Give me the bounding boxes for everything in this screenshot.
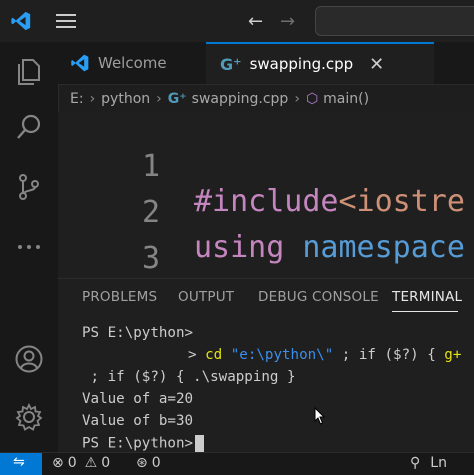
editor-tab-bar: Welcome G⁺ swapping.cpp ✕ xyxy=(58,42,474,85)
ports-status[interactable]: ⊛ 0 xyxy=(136,455,161,471)
more-views-ellipsis-icon[interactable] xyxy=(14,232,44,262)
chevron-right-icon: › xyxy=(156,91,162,107)
breadcrumb: E: › python › G⁺ swapping.cpp › ⬡ main() xyxy=(70,88,369,110)
forward-arrow-icon[interactable]: → xyxy=(280,11,295,32)
breadcrumb-drive[interactable]: E: xyxy=(70,91,84,107)
panel-tab-terminal[interactable]: TERMINAL xyxy=(392,289,462,305)
terminal-command: g+ xyxy=(444,347,462,363)
cpp-file-icon: G⁺ xyxy=(220,54,242,74)
ports-count: 0 xyxy=(151,455,161,471)
status-bar: ⇋ ⊗ 0 ⚠ 0 ⊛ 0 ⚲ Ln xyxy=(0,452,474,475)
tab-welcome[interactable]: Welcome xyxy=(58,42,207,84)
error-icon: ⊗ xyxy=(52,455,64,471)
tab-welcome-label: Welcome xyxy=(98,54,167,72)
activity-bar xyxy=(0,42,59,452)
terminal-text: ; if ($?) { xyxy=(333,347,445,363)
error-count: 0 xyxy=(67,455,77,471)
hamburger-menu-icon[interactable] xyxy=(56,13,76,29)
chevron-right-icon: › xyxy=(294,91,300,107)
settings-gear-icon[interactable] xyxy=(14,402,44,432)
code-line: 3 int main() xyxy=(58,206,474,278)
terminal-output: Value of b=30 xyxy=(82,413,194,429)
terminal-prompt: PS E:\python> xyxy=(82,435,194,452)
terminal-text: ; if ($?) { .\swapping } xyxy=(82,369,296,385)
account-icon[interactable] xyxy=(14,344,44,374)
cursor-position-status[interactable]: ⚲ Ln xyxy=(410,455,447,471)
breadcrumb-folder[interactable]: python xyxy=(101,91,150,107)
zoom-icon: ⚲ xyxy=(410,455,421,471)
explorer-files-icon[interactable] xyxy=(14,56,44,86)
title-bar: ← → xyxy=(0,0,474,43)
terminal-line: Value of a=20 xyxy=(82,391,193,407)
back-arrow-icon[interactable]: ← xyxy=(248,11,263,32)
tab-swapping-cpp[interactable]: G⁺ swapping.cpp ✕ xyxy=(206,42,434,84)
broadcast-icon: ⊛ xyxy=(136,455,148,471)
warning-count: 0 xyxy=(101,455,111,471)
breadcrumb-file[interactable]: swapping.cpp xyxy=(192,91,289,107)
terminal-prompt: PS E:\python> xyxy=(82,325,194,341)
terminal-cursor xyxy=(195,435,205,452)
mouse-pointer-icon xyxy=(314,407,326,425)
terminal-line[interactable]: PS E:\python> xyxy=(82,435,205,452)
remote-indicator-button[interactable]: ⇋ xyxy=(0,453,42,475)
active-tab-indicator xyxy=(392,311,458,312)
remote-icon: ⇋ xyxy=(13,454,25,470)
breadcrumb-symbol[interactable]: main() xyxy=(323,91,369,107)
chevron-right-icon: › xyxy=(89,91,96,107)
problems-status[interactable]: ⊗ 0 ⚠ 0 xyxy=(52,455,110,471)
bottom-panel: PROBLEMS OUTPUT DEBUG CONSOLE TERMINAL P… xyxy=(58,278,474,453)
terminal-continuation: > xyxy=(188,347,197,363)
code-editor[interactable]: 1 #include<iostre 2 using namespace 3 in… xyxy=(58,112,474,278)
close-icon[interactable]: ✕ xyxy=(369,54,384,75)
code-line: 2 using namespace xyxy=(58,160,474,265)
code-line: 4 { xyxy=(58,252,474,278)
vscode-logo-icon xyxy=(11,11,31,31)
search-icon[interactable] xyxy=(14,112,44,142)
terminal-line: PS E:\python> xyxy=(82,325,193,341)
code-line: 1 #include<iostre xyxy=(58,114,474,219)
method-cube-icon: ⬡ xyxy=(305,91,319,107)
terminal-command: cd xyxy=(205,347,223,363)
terminal-line: > cd "e:\python\" ; if ($?) { g+ xyxy=(188,347,461,363)
tab-swapping-label: swapping.cpp xyxy=(249,55,354,73)
panel-tab-debug-console[interactable]: DEBUG CONSOLE xyxy=(258,289,379,305)
cpp-file-icon: G⁺ xyxy=(167,91,187,107)
panel-tab-problems[interactable]: PROBLEMS xyxy=(82,289,157,305)
terminal-output: Value of a=20 xyxy=(82,391,194,407)
panel-tab-output[interactable]: OUTPUT xyxy=(178,289,234,305)
line-position: Ln xyxy=(430,455,447,471)
warning-icon: ⚠ xyxy=(84,455,98,471)
vscode-icon xyxy=(71,54,89,72)
source-control-icon[interactable] xyxy=(14,172,44,202)
terminal-path: "e:\python\" xyxy=(230,347,334,363)
command-center-search[interactable] xyxy=(315,6,474,36)
terminal-line: Value of b=30 xyxy=(82,413,193,429)
terminal-line: ; if ($?) { .\swapping } xyxy=(82,369,296,385)
